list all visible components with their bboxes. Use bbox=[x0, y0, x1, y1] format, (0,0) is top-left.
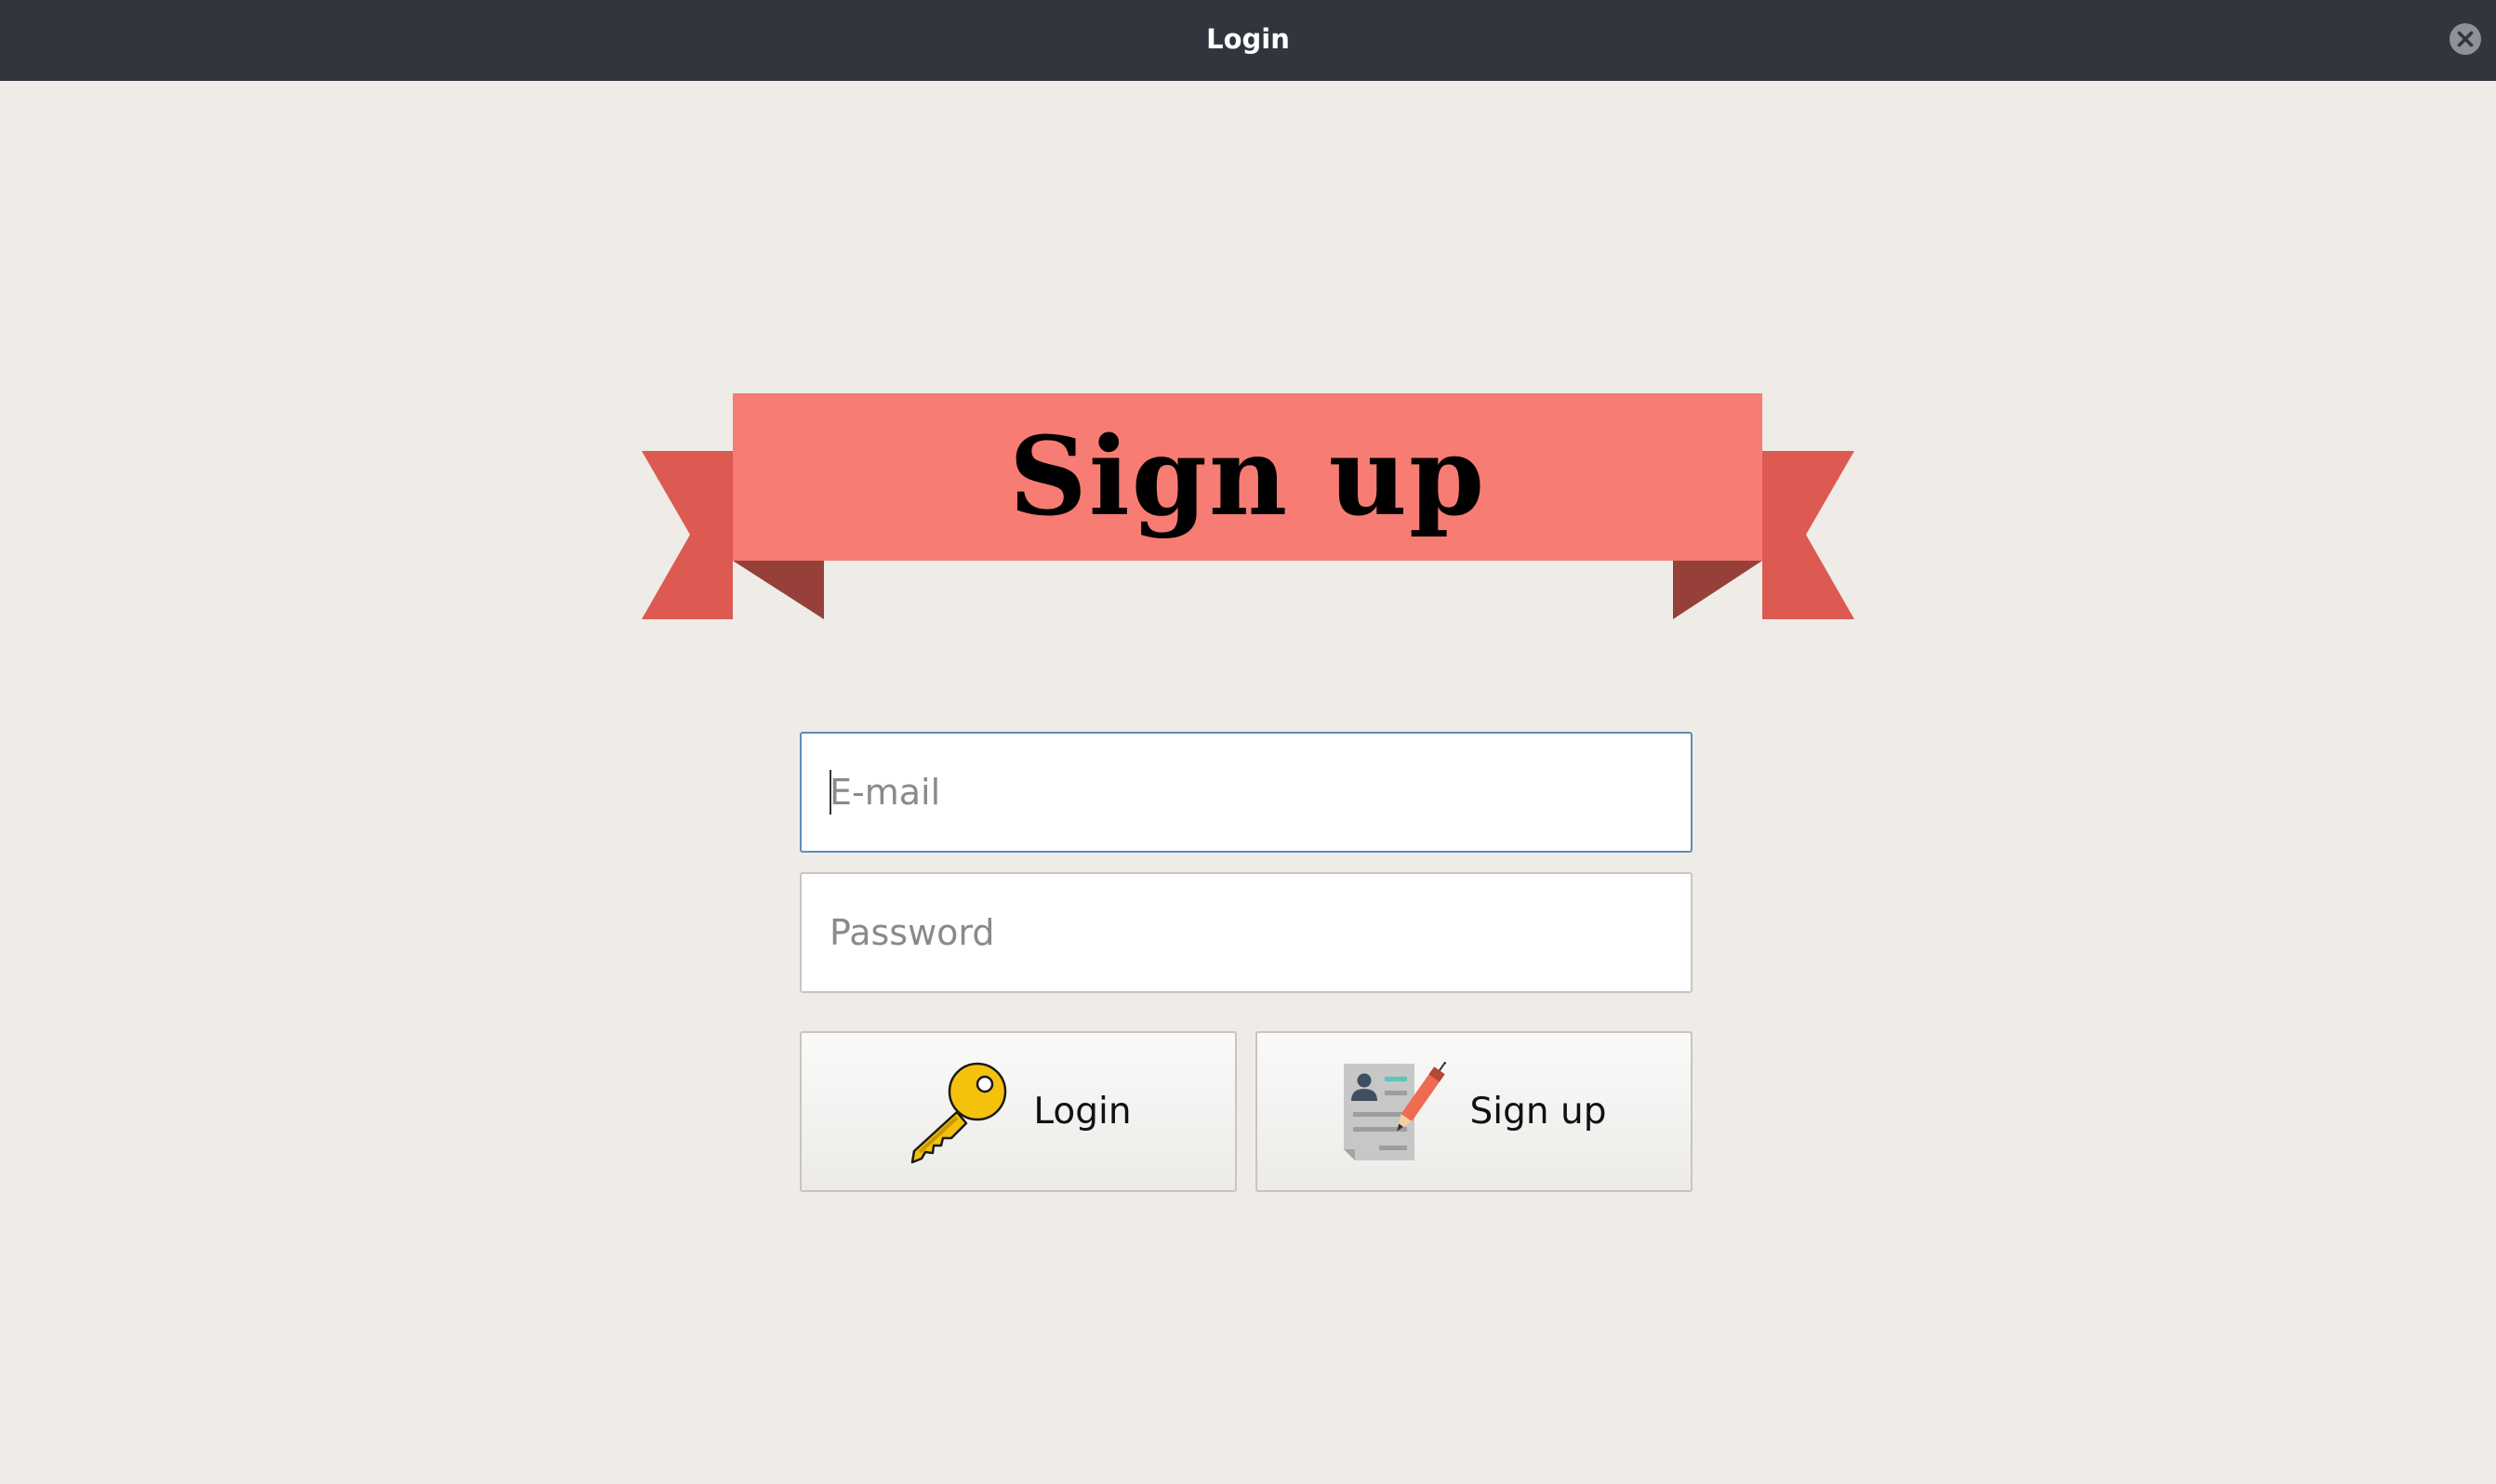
login-button[interactable]: Login bbox=[800, 1031, 1237, 1192]
key-icon bbox=[911, 1062, 1007, 1163]
ribbon-left-fold bbox=[733, 561, 824, 619]
window-title: Login bbox=[1206, 23, 1290, 55]
ribbon-right-fold bbox=[1673, 561, 1762, 619]
login-button-label: Login bbox=[1033, 1091, 1132, 1133]
close-icon[interactable] bbox=[2449, 22, 2482, 56]
signup-button[interactable]: Sign up bbox=[1255, 1031, 1693, 1192]
banner-title: Sign up bbox=[1008, 414, 1487, 540]
window-titlebar: Login bbox=[0, 0, 2496, 81]
email-field[interactable] bbox=[800, 732, 1693, 853]
text-caret bbox=[830, 770, 831, 815]
ribbon-right-tail bbox=[1762, 451, 1854, 619]
password-field[interactable] bbox=[800, 872, 1693, 993]
signup-button-label: Sign up bbox=[1469, 1091, 1607, 1133]
contract-pen-icon bbox=[1343, 1061, 1446, 1160]
signup-banner: Sign up bbox=[642, 393, 1854, 619]
ribbon-left-tail bbox=[642, 451, 733, 619]
